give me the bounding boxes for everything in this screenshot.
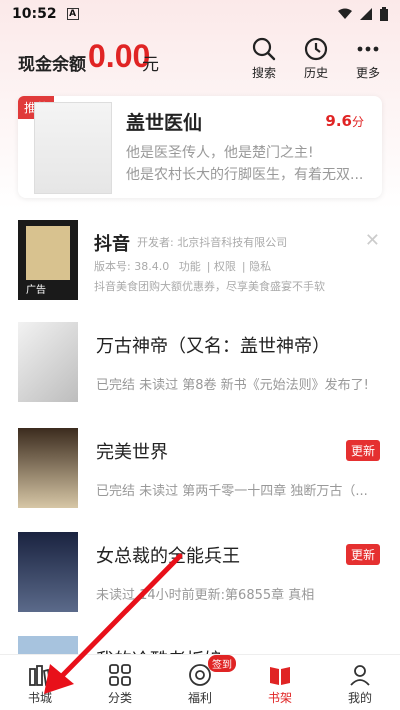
signal-icon xyxy=(360,8,372,20)
ad-meta: 版本号: 38.4.0 功能 | 权限 | 隐私 xyxy=(94,260,272,273)
book-cover xyxy=(18,428,78,508)
book-title: 完美世界 xyxy=(96,442,168,463)
featured-book-card[interactable]: 推荐 盖世医仙 9.6分 他是医圣传人，他是楚门之主! 他是农村长大的行脚医生，… xyxy=(18,96,382,198)
book-cover xyxy=(18,532,78,612)
update-badge: 更新 xyxy=(345,544,380,565)
book-info: 已完结 未读过 第两千零一十四章 独断万古（... xyxy=(96,484,368,499)
book-item[interactable]: 万古神帝（又名：盖世神帝） 已完结 未读过 第8卷 新书《元始法则》发布了! xyxy=(0,322,400,420)
balance-unit: 元 xyxy=(142,55,159,75)
search-label: 搜索 xyxy=(251,66,276,80)
search-button[interactable]: 搜索 xyxy=(244,36,284,81)
ad-item[interactable]: 广告 抖音 开发者: 北京抖音科技有限公司 ✕ 版本号: 38.4.0 功能 | … xyxy=(0,212,400,304)
featured-book-score: 9.6分 xyxy=(325,112,364,130)
desc-line-2: 他是农村长大的行脚医生，有着无双... xyxy=(126,167,364,183)
status-bar: 10:52 A xyxy=(0,0,400,28)
more-dots-icon xyxy=(357,46,379,52)
book-item[interactable]: 完美世界 更新 已完结 未读过 第两千零一十四章 独断万古（... xyxy=(0,428,400,526)
tab-category[interactable]: 分类 xyxy=(80,655,160,710)
score-value: 9.6 xyxy=(325,112,352,130)
tab-label: 我的 xyxy=(347,691,372,705)
tab-label: 书架 xyxy=(267,691,292,705)
desc-line-1: 他是医圣传人，他是楚门之主! xyxy=(126,145,314,161)
update-badge: 更新 xyxy=(345,440,380,461)
battery-icon xyxy=(380,7,388,21)
tab-label: 福利 xyxy=(187,691,212,705)
tab-label: 书城 xyxy=(27,691,52,705)
history-label: 历史 xyxy=(303,66,328,80)
ad-version: 版本号: 38.4.0 xyxy=(94,260,170,273)
clock-icon xyxy=(304,37,328,61)
notification-a-icon: A xyxy=(66,8,79,20)
book-info: 已完结 未读过 第8卷 新书《元始法则》发布了! xyxy=(96,378,369,393)
search-icon xyxy=(252,37,276,61)
bookstore-icon xyxy=(29,665,52,687)
book-title: 女总裁的全能兵王 xyxy=(96,546,240,567)
ad-cover: 广告 xyxy=(18,220,78,300)
ad-developer: 开发者: 北京抖音科技有限公司 xyxy=(137,236,288,249)
balance-label: 现金余额 xyxy=(18,55,86,75)
ad-link-privacy[interactable]: 隐私 xyxy=(249,260,271,273)
bottom-tab-bar: 书城 分类 签到 福利 书架 我的 xyxy=(0,654,400,710)
book-item[interactable]: 女总裁的全能兵王 更新 未读过 14小时前更新:第6855章 真相 xyxy=(0,532,400,630)
ad-mark: 广告 xyxy=(26,285,46,296)
featured-book-title: 盖世医仙 xyxy=(126,112,203,134)
score-unit: 分 xyxy=(351,115,364,129)
sign-in-badge: 签到 xyxy=(208,655,236,672)
ad-slogan: 抖音美食团购大额优惠券，尽享美食盛宴不手软 xyxy=(94,280,325,293)
featured-book-desc: 他是医圣传人，他是楚门之主! 他是农村长大的行脚医生，有着无双... xyxy=(126,142,378,186)
tab-profile[interactable]: 我的 xyxy=(320,655,400,710)
ad-link-feature[interactable]: 功能 xyxy=(179,260,201,273)
profile-icon xyxy=(350,665,370,686)
wifi-icon xyxy=(338,8,352,19)
ad-link-permission[interactable]: 权限 xyxy=(214,260,236,273)
bookshelf-icon xyxy=(270,667,290,685)
more-button[interactable]: 更多 xyxy=(348,36,388,81)
book-cover xyxy=(18,322,78,402)
book-info: 未读过 14小时前更新:第6855章 真相 xyxy=(96,588,315,603)
category-icon xyxy=(109,664,131,686)
header: 现金余额 0.00 元 搜索 历史 更多 xyxy=(0,36,400,86)
balance-value: 0.00 xyxy=(88,38,151,74)
tab-bookshelf[interactable]: 书架 xyxy=(240,655,320,710)
book-title: 万古神帝（又名：盖世神帝） xyxy=(96,336,330,357)
ad-app-name: 抖音 xyxy=(94,234,130,255)
more-label: 更多 xyxy=(355,66,380,80)
ad-close-icon[interactable]: ✕ xyxy=(365,230,380,251)
tab-bookstore[interactable]: 书城 xyxy=(0,655,80,710)
tab-welfare[interactable]: 签到 福利 xyxy=(160,655,240,710)
tab-label: 分类 xyxy=(107,691,132,705)
featured-book-cover xyxy=(34,102,112,194)
status-time: 10:52 xyxy=(12,6,57,22)
history-button[interactable]: 历史 xyxy=(296,36,336,81)
